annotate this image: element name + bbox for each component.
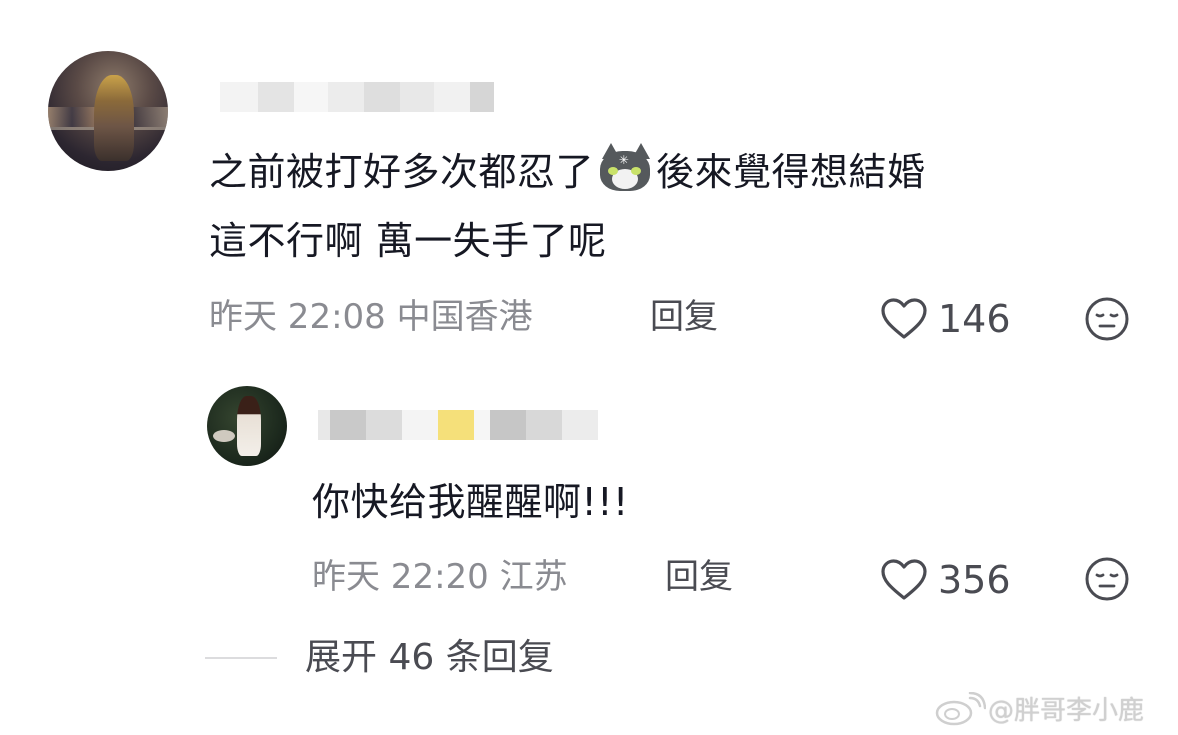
reply-button[interactable]: 回复 — [650, 300, 718, 334]
reply-like-button[interactable]: 356 — [880, 558, 1011, 602]
like-count: 146 — [938, 297, 1011, 341]
heart-icon — [881, 559, 927, 600]
commenter-avatar[interactable] — [48, 51, 168, 171]
like-button[interactable]: 146 — [880, 297, 1011, 341]
reply-to-reply-button[interactable]: 回复 — [665, 560, 733, 594]
reply-location: 江苏 — [499, 557, 568, 597]
cat-face-emoji-icon: ✳ — [598, 143, 652, 191]
comment-text-line2: 這不行啊 萬一失手了呢 — [209, 219, 607, 263]
comment-text-part: 後來覺得想結婚 — [656, 150, 926, 194]
replier-username-blurred[interactable] — [318, 410, 598, 440]
dislike-face-icon[interactable] — [1084, 556, 1130, 602]
divider — [205, 657, 277, 659]
commenter-username-blurred[interactable] — [220, 82, 494, 112]
watermark: @胖哥李小鹿 — [934, 690, 1144, 727]
watermark-text: @胖哥李小鹿 — [988, 696, 1145, 726]
reply-text: 你快给我醒醒啊!!! — [312, 480, 629, 524]
weibo-logo-icon — [935, 691, 986, 725]
expand-replies-label: 展开 46 条回复 — [305, 637, 554, 678]
dislike-face-icon[interactable] — [1084, 296, 1130, 342]
expand-replies-button[interactable]: 展开 46 条回复 — [205, 640, 554, 676]
comment-text-part: 之前被打好多次都忍了 — [209, 150, 595, 194]
reply-like-count: 356 — [938, 558, 1011, 602]
comment-text-line1: 之前被打好多次都忍了 ✳ 後來覺得想結婚 — [209, 143, 926, 191]
comment-meta: 昨天 22:08 中国香港 — [209, 300, 533, 334]
reply-meta: 昨天 22:20 江苏 — [312, 560, 568, 594]
replier-avatar[interactable] — [207, 386, 287, 466]
comment-location: 中国香港 — [396, 297, 533, 337]
reply-time: 昨天 22:20 — [312, 557, 489, 597]
comment-thread: 之前被打好多次都忍了 ✳ 後來覺得想結婚 這不行啊 萬一失手了呢 昨天 22:0… — [0, 0, 1178, 735]
comment-time: 昨天 22:08 — [209, 297, 386, 337]
heart-icon — [881, 298, 927, 339]
